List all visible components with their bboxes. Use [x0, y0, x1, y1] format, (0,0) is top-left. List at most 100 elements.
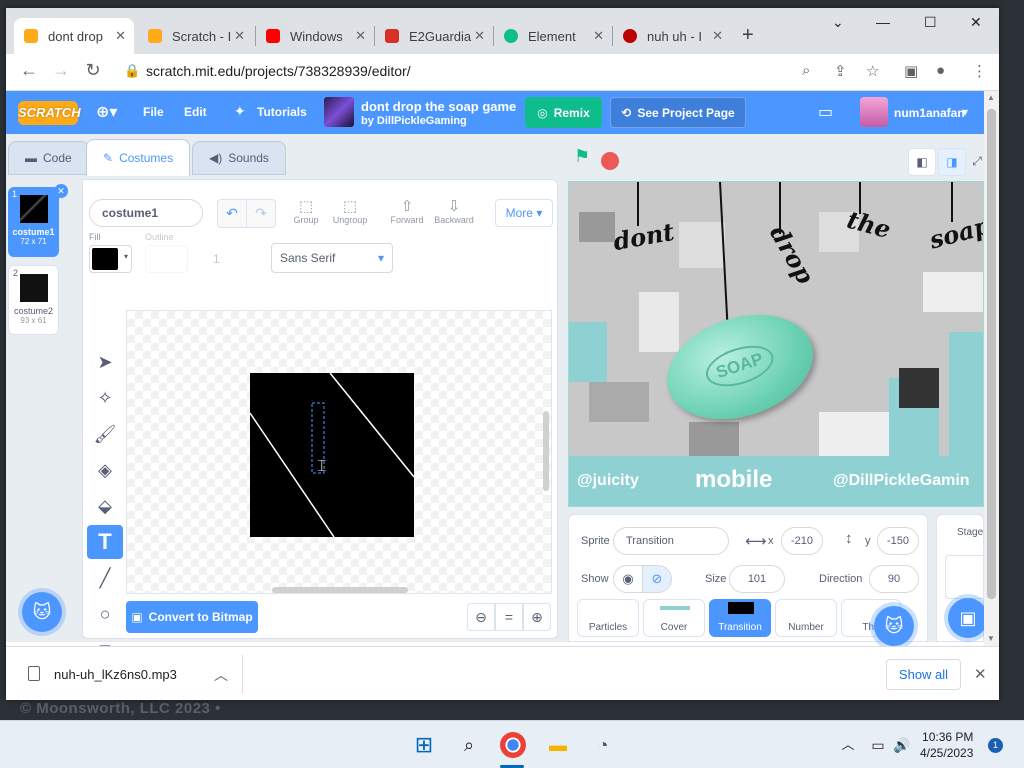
close-tab-icon[interactable]: ✕	[474, 28, 485, 44]
tab-dont-drop[interactable]: dont drop ✕	[14, 18, 134, 54]
green-flag-icon[interactable]: ⚑	[574, 146, 590, 167]
page-scrollbar[interactable]: ▲ ▼	[984, 91, 999, 646]
close-window-button[interactable]: ✕	[970, 14, 982, 31]
circle-tool-icon[interactable]: ○	[87, 597, 123, 631]
fill-tool-icon[interactable]: ⬙	[87, 489, 123, 523]
remix-button[interactable]: ◎ Remix	[525, 97, 602, 128]
sprite-tile[interactable]: Number	[775, 599, 837, 637]
stop-icon[interactable]	[601, 152, 619, 170]
language-globe-icon[interactable]: ⊕▾	[96, 102, 117, 122]
folder-icon[interactable]: ▭	[818, 102, 833, 122]
tab-nuh-uh[interactable]: nuh uh - I ✕	[613, 18, 731, 54]
close-tab-icon[interactable]: ✕	[712, 28, 723, 44]
brush-tool-icon[interactable]: 🖌	[87, 417, 123, 451]
show-all-button[interactable]: Show all	[886, 659, 961, 690]
tab-element[interactable]: Element ✕	[494, 18, 612, 54]
x-input[interactable]: -210	[781, 527, 823, 555]
back-button[interactable]: ←	[18, 60, 40, 81]
redo-button[interactable]: ↷	[246, 199, 276, 228]
normal-stage-icon[interactable]: ◨	[938, 148, 966, 176]
backward-button[interactable]: ⇩ Backward	[433, 197, 475, 225]
avatar[interactable]	[860, 97, 888, 127]
canvas-vscroll[interactable]	[543, 411, 549, 491]
outline-color-picker[interactable]	[145, 245, 188, 273]
more-button[interactable]: More ▾	[495, 199, 553, 227]
y-input[interactable]: -150	[877, 527, 919, 555]
zoom-reset-button[interactable]: =	[495, 603, 523, 631]
fill-color-picker[interactable]: ▾	[89, 245, 132, 273]
edit-menu[interactable]: Edit	[184, 105, 207, 119]
outline-width[interactable]: 1	[213, 252, 220, 266]
direction-input[interactable]: 90	[869, 565, 919, 593]
sprite-name-input[interactable]: Transition	[613, 527, 729, 555]
sprite-tile-selected[interactable]: Transition	[709, 599, 771, 637]
paint-canvas[interactable]: ⌶	[126, 310, 552, 594]
share-icon[interactable]: ⇪	[834, 62, 847, 80]
zoom-in-icon[interactable]: ⊕	[523, 603, 551, 631]
project-author[interactable]: by DillPickleGaming	[361, 115, 467, 127]
close-shelf-icon[interactable]: ✕	[974, 665, 987, 683]
chrome-icon[interactable]	[500, 732, 526, 758]
hide-sprite-icon[interactable]: ⊘	[642, 565, 672, 593]
close-tab-icon[interactable]: ✕	[115, 28, 126, 44]
tab-sounds[interactable]: ◀) Sounds	[192, 141, 286, 175]
costume-item[interactable]: 1 costume1 72 x 71	[8, 187, 59, 257]
close-tab-icon[interactable]: ✕	[234, 28, 245, 44]
maximize-button[interactable]: ☐	[924, 14, 937, 31]
stage[interactable]: dont drop the soap SOAP @juicity mobile …	[568, 181, 984, 507]
chevron-up-icon[interactable]: ︿	[834, 731, 862, 759]
chevron-down-icon[interactable]: ▾	[962, 105, 968, 119]
undo-button[interactable]: ↶	[217, 199, 247, 228]
show-visible-icon[interactable]: ◉	[613, 565, 643, 593]
delete-costume-icon[interactable]: ✕	[54, 184, 68, 198]
zoom-icon[interactable]: ⌕	[802, 62, 810, 79]
size-input[interactable]: 101	[729, 565, 785, 593]
costume-name-input[interactable]: costume1	[89, 199, 203, 227]
system-clock[interactable]: 10:36 PM 4/25/2023	[920, 729, 973, 761]
sprite-tile[interactable]: Cover	[643, 599, 705, 637]
group-button[interactable]: ⬚ Group	[291, 197, 321, 225]
scrollbar-thumb[interactable]	[987, 109, 996, 599]
file-explorer-icon[interactable]: ▬	[544, 731, 572, 759]
font-select[interactable]: Sans Serif ▾	[271, 243, 393, 273]
see-project-page-button[interactable]: ⟲ See Project Page	[610, 97, 746, 128]
minimize-button[interactable]: —	[876, 14, 890, 30]
tab-windows[interactable]: Windows ✕	[256, 18, 374, 54]
bookmark-star-icon[interactable]: ☆	[866, 62, 879, 80]
tab-search-icon[interactable]: ⌄	[832, 14, 844, 31]
fullscreen-icon[interactable]: ⤢	[970, 148, 984, 176]
select-tool-icon[interactable]: ➤	[87, 345, 123, 379]
tab-code[interactable]: ▬ Code	[8, 141, 89, 175]
convert-to-bitmap-button[interactable]: ▣ Convert to Bitmap	[126, 601, 258, 633]
chevron-up-icon[interactable]: ︿	[214, 665, 228, 685]
add-costume-icon[interactable]: 🐱	[22, 592, 62, 632]
menu-kebab-icon[interactable]: ⋮	[972, 62, 987, 80]
small-stage-icon[interactable]: ◧	[908, 148, 936, 176]
side-panel-icon[interactable]: ▣	[904, 62, 918, 80]
tutorials-menu[interactable]: Tutorials	[257, 105, 307, 119]
costume-item[interactable]: 2 costume2 93 x 61	[8, 265, 59, 335]
forward-button[interactable]: ⇧ Forward	[389, 197, 425, 225]
ungroup-button[interactable]: ⬚ Ungroup	[329, 197, 371, 225]
tab-scratch[interactable]: Scratch - I ✕	[138, 18, 253, 54]
scratch-logo[interactable]: SCRATCH	[18, 101, 81, 125]
reload-button[interactable]: ↻	[82, 60, 104, 81]
new-tab-button[interactable]: +	[742, 24, 754, 47]
scroll-down-icon[interactable]: ▼	[987, 634, 995, 643]
add-backdrop-icon[interactable]: ▣	[948, 598, 988, 638]
address-bar[interactable]: scratch.mit.edu/projects/738328939/edito…	[146, 63, 411, 79]
reshape-tool-icon[interactable]: ✧	[87, 381, 123, 415]
search-icon[interactable]: ⌕	[455, 731, 483, 759]
username[interactable]: num1anafan	[894, 106, 965, 120]
windows-start-icon[interactable]: ⊞	[410, 731, 438, 759]
forward-button[interactable]: →	[50, 60, 72, 81]
text-tool-icon[interactable]: T	[87, 525, 123, 559]
close-tab-icon[interactable]: ✕	[593, 28, 604, 44]
tab-costumes[interactable]: ✎ Costumes	[86, 139, 191, 176]
file-menu[interactable]: File	[143, 105, 164, 119]
profile-icon[interactable]: ●	[936, 62, 945, 79]
zoom-out-icon[interactable]: ⊖	[467, 603, 495, 631]
line-tool-icon[interactable]: ╱	[87, 561, 123, 595]
close-tab-icon[interactable]: ✕	[355, 28, 366, 44]
volume-icon[interactable]: 🔊	[888, 731, 916, 759]
